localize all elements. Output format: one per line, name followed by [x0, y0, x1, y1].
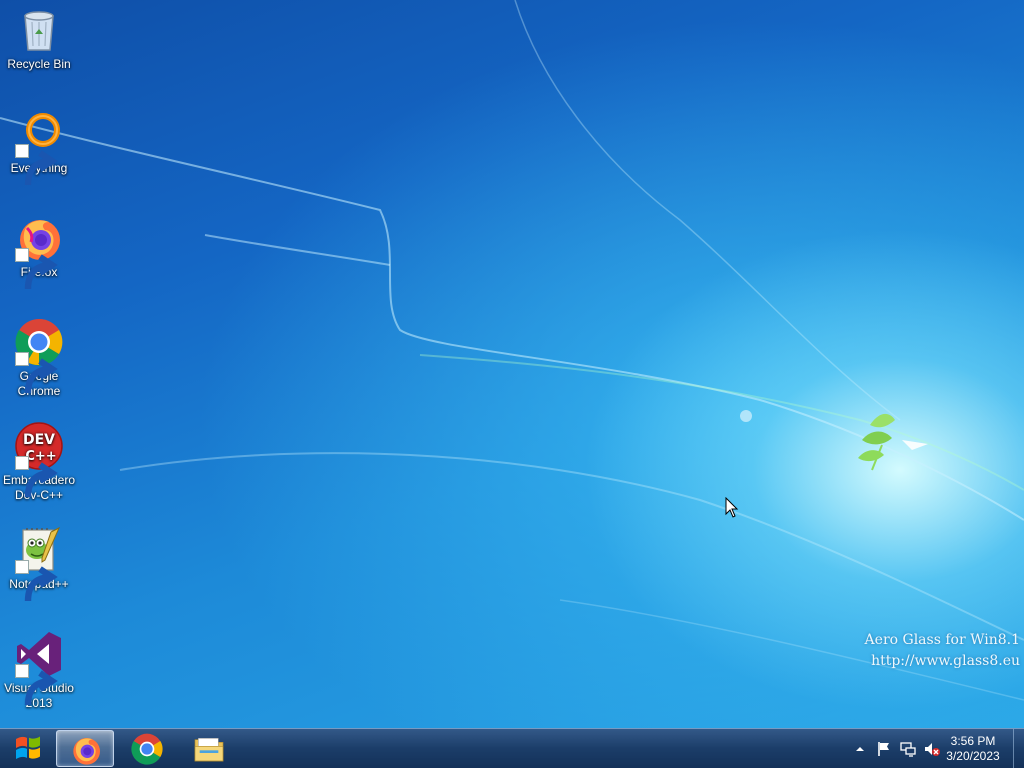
desktop-icon-firefox[interactable]: Firefox: [0, 214, 78, 290]
show-hidden-icons-arrow-icon[interactable]: [852, 741, 868, 757]
taskbar-button-google-chrome[interactable]: [118, 730, 176, 767]
shortcut-arrow-icon: [15, 352, 58, 394]
watermark-line1: Aero Glass for Win8.1: [864, 632, 1020, 648]
action-center-flag-icon[interactable]: [876, 741, 892, 757]
firefox-icon: [73, 738, 100, 765]
desktop-icon-label: Recycle Bin: [7, 57, 71, 71]
shortcut-arrow-icon: [15, 664, 58, 706]
windows-start-icon: [16, 736, 40, 759]
notepadpp-icon: [15, 526, 63, 602]
clock[interactable]: 3:56 PM 3/20/2023: [938, 734, 1008, 764]
desktop-icon-recycle-bin[interactable]: Recycle Bin: [0, 6, 78, 72]
aero-glass-watermark: Aero Glass for Win8.1 http://www.glass8.…: [865, 630, 1020, 672]
watermark-line2: http://www.glass8.eu: [871, 653, 1020, 669]
shortcut-arrow-icon: [15, 144, 58, 186]
wallpaper-art: [0, 0, 1024, 701]
devcpp-icon: DEV C++: [15, 422, 63, 498]
desktop[interactable]: Recycle Bin Everything Firefox Google Ch…: [0, 0, 1024, 728]
visual-studio-icon: [15, 630, 63, 706]
folder-icon: [194, 738, 224, 762]
desktop-icon-google-chrome[interactable]: Google Chrome: [0, 318, 78, 399]
network-icon[interactable]: [900, 741, 916, 757]
firefox-icon: [15, 214, 63, 290]
desktop-icon-visual-studio-2013[interactable]: Visual Studio 2013: [0, 630, 78, 711]
taskbar-button-firefox[interactable]: [56, 730, 114, 767]
taskbar-button-file-explorer[interactable]: [180, 730, 238, 767]
devcpp-badge-top: DEV: [23, 432, 55, 448]
chrome-icon: [131, 733, 163, 765]
show-desktop-button[interactable]: [1013, 729, 1024, 768]
shortcut-arrow-icon: [15, 248, 58, 290]
everything-icon: [15, 110, 63, 186]
shortcut-arrow-icon: [15, 456, 58, 498]
clock-date: 3/20/2023: [946, 749, 1000, 763]
shortcut-arrow-icon: [15, 560, 58, 602]
clock-time: 3:56 PM: [950, 734, 996, 748]
start-button[interactable]: [2, 730, 54, 768]
chrome-icon: [15, 318, 63, 394]
desktop-icon-everything[interactable]: Everything: [0, 110, 78, 186]
desktop-icon-embarcadero-dev-cpp[interactable]: DEV C++ Embarcadero Dev-C++: [0, 422, 78, 503]
desktop-icon-notepad-plus-plus[interactable]: Notepad++: [0, 526, 78, 602]
mouse-cursor-icon: [725, 497, 739, 518]
recycle-bin-icon: [15, 6, 63, 54]
taskbar: 3:56 PM 3/20/2023: [0, 728, 1024, 768]
system-tray: 3:56 PM 3/20/2023: [844, 729, 1024, 769]
